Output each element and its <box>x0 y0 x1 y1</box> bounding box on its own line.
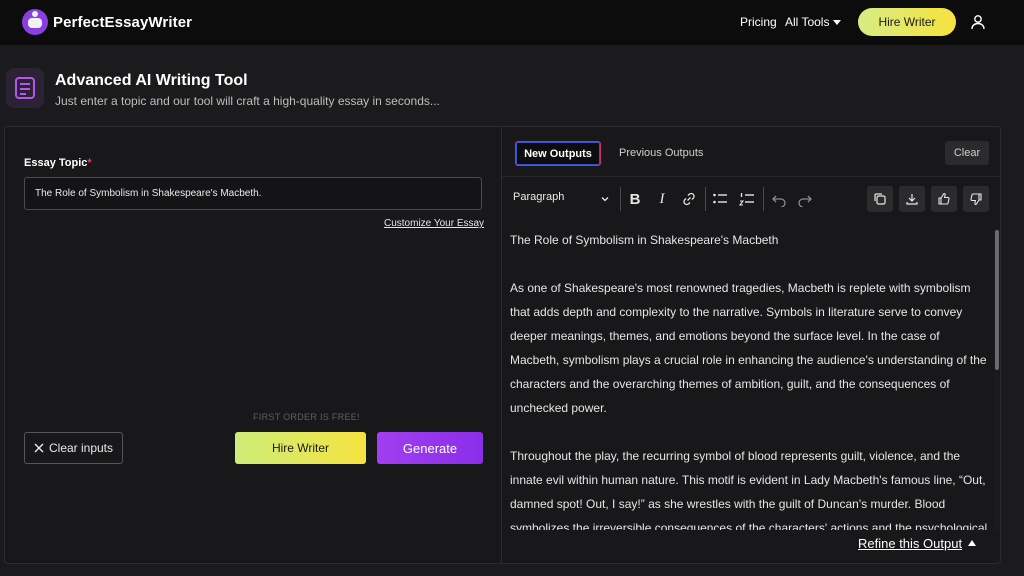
chevron-down-icon <box>833 20 842 25</box>
chevron-up-icon[interactable] <box>968 540 976 546</box>
chevron-down-icon <box>601 197 609 202</box>
writing-tool-icon <box>6 68 44 108</box>
panel-divider <box>501 127 502 564</box>
bullet-list-icon[interactable] <box>712 191 728 207</box>
essay-topic-label-text: Essay Topic <box>24 157 88 169</box>
nav-all-tools-label: All Tools <box>785 15 830 29</box>
robot-logo-icon <box>22 9 48 35</box>
brand-logo[interactable]: PerfectEssayWriter <box>22 9 192 35</box>
nav-all-tools-dropdown[interactable]: All Tools <box>785 15 842 29</box>
thumbs-down-icon <box>970 193 982 206</box>
hire-writer-button[interactable]: Hire Writer <box>235 432 366 464</box>
close-icon <box>34 443 44 453</box>
thumbs-down-button[interactable] <box>963 186 989 212</box>
numbered-list-icon[interactable] <box>739 191 755 207</box>
output-scrollbar-thumb[interactable] <box>995 230 999 370</box>
essay-topic-input[interactable] <box>24 177 482 210</box>
copy-icon <box>874 193 886 205</box>
bold-icon[interactable]: B <box>627 191 643 208</box>
first-order-free-note: FIRST ORDER IS FREE! <box>253 412 360 422</box>
undo-icon[interactable] <box>771 191 787 207</box>
customize-essay-link[interactable]: Customize Your Essay <box>384 218 484 229</box>
thumbs-up-icon <box>938 192 950 205</box>
toolbar-separator <box>763 187 764 211</box>
brand-name: PerfectEssayWriter <box>53 13 193 31</box>
page-title: Advanced AI Writing Tool <box>55 72 248 89</box>
required-mark: * <box>87 157 92 169</box>
tab-new-outputs[interactable]: New Outputs <box>515 141 601 166</box>
page-subtitle: Just enter a topic and our tool will cra… <box>55 94 440 108</box>
essay-paragraph: As one of Shakespeare's most renowned tr… <box>510 281 987 415</box>
paragraph-format-select[interactable]: Paragraph <box>513 191 613 203</box>
nav-pricing-link[interactable]: Pricing <box>740 15 777 29</box>
top-navbar: PerfectEssayWriter Pricing All Tools Hir… <box>0 0 1024 45</box>
clear-output-button[interactable]: Clear <box>945 141 989 165</box>
tab-previous-outputs[interactable]: Previous Outputs <box>619 147 703 159</box>
refine-output-link[interactable]: Refine this Output <box>858 536 962 551</box>
essay-paragraph: Throughout the play, the recurring symbo… <box>510 449 988 530</box>
essay-title-paragraph: The Role of Symbolism in Shakespeare's M… <box>510 233 779 247</box>
toolbar-separator <box>705 187 706 211</box>
hire-writer-nav-button[interactable]: Hire Writer <box>858 8 956 36</box>
download-button[interactable] <box>899 186 925 212</box>
italic-icon[interactable]: I <box>654 191 670 207</box>
clear-inputs-button[interactable]: Clear inputs <box>24 432 123 464</box>
redo-icon[interactable] <box>797 191 813 207</box>
toolbar-divider <box>502 176 1000 177</box>
essay-output-editor[interactable]: The Role of Symbolism in Shakespeare's M… <box>510 228 988 530</box>
download-icon <box>906 194 918 205</box>
user-account-icon[interactable] <box>970 14 986 30</box>
essay-topic-label: Essay Topic* <box>24 157 92 169</box>
generate-button[interactable]: Generate <box>377 432 483 464</box>
copy-button[interactable] <box>867 186 893 212</box>
link-icon[interactable] <box>681 191 697 207</box>
clear-inputs-label: Clear inputs <box>48 441 114 455</box>
thumbs-up-button[interactable] <box>931 186 957 212</box>
toolbar-separator <box>620 187 621 211</box>
